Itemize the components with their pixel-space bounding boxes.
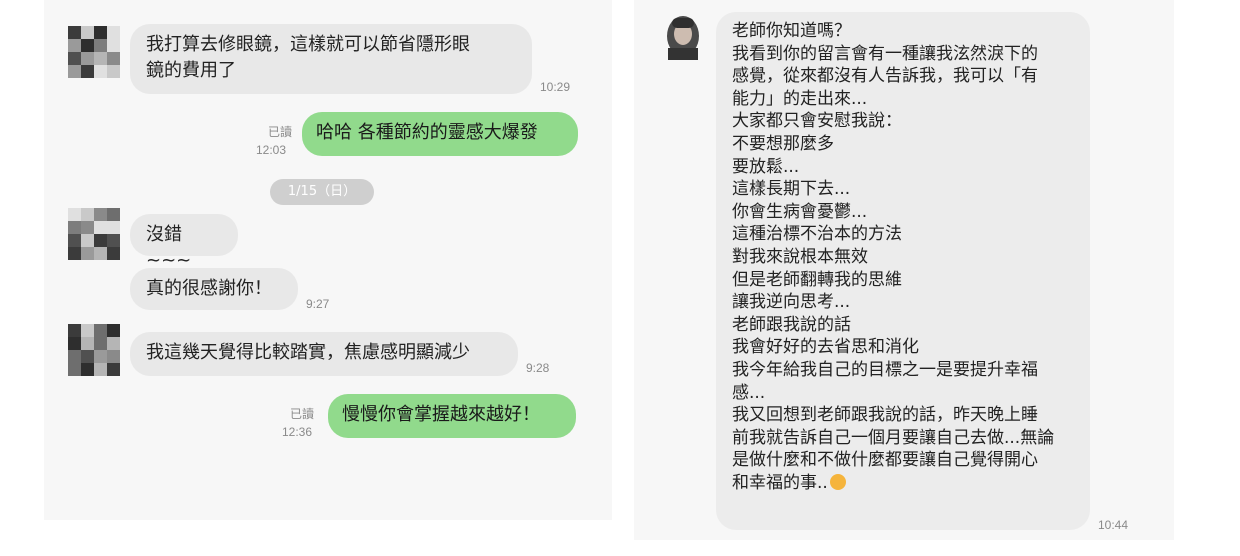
avatar-pixel [107,26,120,39]
message-line-text: 和幸福的事.. [732,472,828,493]
blurred-avatar-icon[interactable] [68,324,120,376]
avatar-pixel [94,337,107,350]
avatar-pixel [68,221,81,234]
message-bubble[interactable]: 我這幾天覺得比較踏實，焦慮感明顯減少 [130,332,518,376]
message-line: 大家都只會安慰我說： [732,111,902,132]
avatar-pixel [81,39,94,52]
message-bubble[interactable]: 沒錯~~~ [130,214,238,271]
avatar-pixel [81,234,94,247]
chat-panel-left: 我打算去修眼鏡，這樣就可以節省隱形眼 鏡的費用了 10:29 已讀 12:03 … [44,0,612,520]
message-line: 我看到你的留言會有一種讓我泫然淚下的 [732,43,1038,64]
avatar-pixel [68,208,81,221]
message-line: 這樣長期下去... [732,179,851,200]
message-line: 對我來說根本無效 [732,246,868,267]
message-line: 我會好好的去省思和消化 [732,337,919,358]
avatar-pixel [107,350,120,363]
avatar-pixel [81,208,94,221]
message-time: 9:27 [306,297,330,311]
message-time: 9:28 [526,361,550,375]
profile-avatar-icon[interactable] [660,12,706,60]
chat-panel-right: 老師你知道嗎？ 我看到你的留言會有一種讓我泫然淚下的 感覺，從來都沒有人告訴我，… [634,0,1174,540]
avatar-pixel [107,221,120,234]
avatar-pixel [81,26,94,39]
avatar-pixel [68,363,81,376]
message-line: 前我就告訴自己一個月要讓自己去做...無論 [732,427,1055,448]
avatar-pixel [107,208,120,221]
message-line: 老師跟我說的話 [732,314,851,335]
avatar-pixel [81,221,94,234]
message-time: 12:36 [282,425,313,439]
avatar-pixel [107,247,120,260]
avatar-pixel [81,52,94,65]
message-bubble-outgoing[interactable]: 慢慢你會掌握越來越好！ [328,394,576,438]
message-line-last: 和幸福的事.. [732,472,1074,495]
avatar-pixel [81,324,94,337]
avatar-pixel [107,52,120,65]
avatar-pixel [81,65,94,78]
smiling-face-with-hearts-icon [829,473,846,490]
avatar-pixel [107,363,120,376]
message-bubble[interactable]: 真的很感謝你！ [130,268,298,310]
message-line: 我又回想到老師跟我說的話，昨天晚上睡 [732,405,1038,426]
avatar-pixel [68,65,81,78]
avatar-pixel [81,363,94,376]
avatar-pixel [94,26,107,39]
avatar-pixel [68,52,81,65]
message-line: 感... [732,382,766,403]
long-message-bubble[interactable]: 老師你知道嗎？ 我看到你的留言會有一種讓我泫然淚下的 感覺，從來都沒有人告訴我，… [716,12,1090,530]
message-line: 但是老師翻轉我的思維 [732,269,902,290]
message-line: 我今年給我自己的目標之一是要提升幸福 [732,359,1038,380]
read-status: 已讀 [289,407,314,421]
message-line: 不要想那麼多 [732,133,834,154]
avatar-pixel [81,350,94,363]
avatar-pixel [94,65,107,78]
avatar-pixel [94,221,107,234]
message-line: 是做什麼和不做什麼都要讓自己覺得開心 [732,450,1038,471]
message-line: 這種治標不治本的方法 [732,224,902,245]
message-time: 12:03 [256,143,287,157]
avatar-pixel [107,39,120,52]
avatar-pixel [94,234,107,247]
message-bubble-outgoing[interactable]: 哈哈 各種節約的靈感大爆發 [302,112,578,156]
message-bubble[interactable]: 我打算去修眼鏡，這樣就可以節省隱形眼 鏡的費用了 [130,24,532,94]
avatar-pixel [94,52,107,65]
avatar-pixel [81,247,94,260]
blurred-avatar-icon[interactable] [68,26,120,78]
message-time: 10:29 [540,80,571,94]
message-line: 讓我逆向思考... [732,292,851,313]
message-line: 要放鬆... [732,156,800,177]
avatar-pixel [94,363,107,376]
message-line: 你會生病會憂鬱... [732,201,868,222]
avatar-pixel [94,208,107,221]
avatar-pixel [68,26,81,39]
message-line: 老師你知道嗎？ [732,21,851,41]
message-line: 能力」的走出來... [732,88,868,109]
avatar-pixel [94,350,107,363]
avatar-pixel [107,65,120,78]
avatar-pixel [68,337,81,350]
avatar-pixel [94,324,107,337]
avatar-pixel [94,247,107,260]
avatar-pixel [68,350,81,363]
read-status: 已讀 [267,125,292,139]
message-line: 感覺，從來都沒有人告訴我，我可以「有 [732,66,1038,87]
avatar-pixel [107,234,120,247]
avatar-pixel [68,324,81,337]
blurred-avatar-icon[interactable] [68,208,120,260]
avatar-pixel [68,247,81,260]
avatar-pixel [94,39,107,52]
avatar-pixel [68,39,81,52]
date-separator: 1/15（日） [270,179,374,205]
avatar-pixel [107,324,120,337]
message-time: 10:44 [1098,518,1129,532]
avatar-pixel [107,337,120,350]
avatar-pixel [68,234,81,247]
avatar-pixel [81,337,94,350]
